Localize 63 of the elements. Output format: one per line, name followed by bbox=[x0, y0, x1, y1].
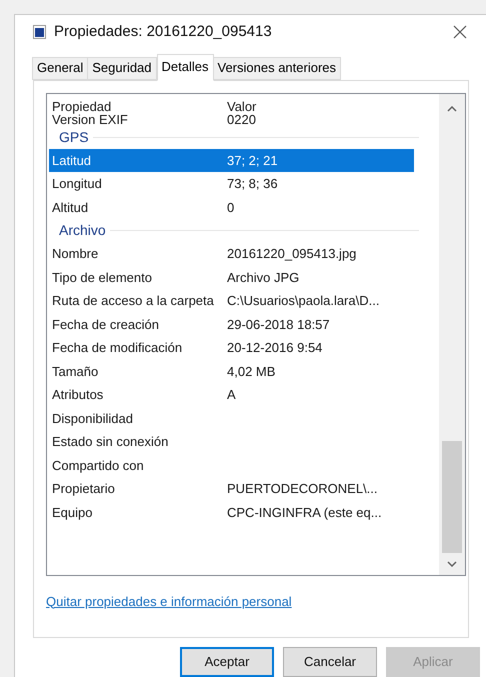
tab[interactable]: Seguridad bbox=[87, 56, 157, 80]
remove-properties-link[interactable]: Quitar propiedades e información personal bbox=[46, 592, 292, 611]
group-header: GPS bbox=[59, 128, 89, 146]
scroll-up-icon[interactable] bbox=[447, 106, 457, 112]
property-value: 20161220_095413.jpg bbox=[227, 245, 356, 263]
property-value: 0 bbox=[227, 198, 234, 216]
property-row[interactable]: Altitud 0 bbox=[49, 196, 414, 219]
property-row[interactable]: Longitud 73; 8; 36 bbox=[49, 172, 414, 196]
property-value: 29-06-2018 18:57 bbox=[227, 316, 330, 334]
property-row[interactable]: Fecha de modificación 20-12-2016 9:54 bbox=[49, 336, 414, 360]
property-row[interactable]: Version EXIF 0220 bbox=[49, 114, 414, 126]
property-name: Nombre bbox=[51, 245, 100, 263]
property-name: Fecha de creación bbox=[51, 316, 160, 334]
scrollbar-thumb[interactable] bbox=[442, 440, 462, 552]
property-row[interactable]: Tamaño 4,02 MB bbox=[49, 360, 414, 383]
property-row[interactable]: Estado sin conexión bbox=[49, 430, 414, 454]
tab[interactable]: General bbox=[32, 56, 88, 80]
property-name: Longitud bbox=[51, 175, 103, 193]
property-row[interactable]: Fecha de creación 29-06-2018 18:57 bbox=[49, 312, 414, 336]
property-value: A bbox=[227, 386, 236, 404]
property-row[interactable]: Nombre 20161220_095413.jpg bbox=[49, 242, 414, 266]
window-title: Propiedades: 20161220_095413 bbox=[54, 22, 272, 42]
property-name: Compartido con bbox=[51, 456, 145, 475]
property-name: Latitud bbox=[51, 152, 92, 170]
property-name: Disponibilidad bbox=[51, 410, 134, 428]
tab[interactable]: Versiones anteriores bbox=[212, 56, 342, 80]
property-value: CPC-INGINFRA (este eq... bbox=[227, 504, 382, 522]
image-file-icon bbox=[33, 25, 46, 40]
group-header: Archivo bbox=[59, 221, 106, 240]
property-row[interactable]: Latitud 37; 2; 21 bbox=[49, 148, 414, 172]
property-value: 73; 8; 36 bbox=[227, 175, 278, 193]
property-name: Propietario bbox=[51, 480, 116, 498]
property-name: Atributos bbox=[51, 386, 104, 404]
property-row[interactable]: Disponibilidad bbox=[49, 406, 414, 430]
property-name: Tamaño bbox=[51, 362, 100, 380]
property-name: Estado sin conexión bbox=[51, 433, 170, 451]
tab[interactable]: Detalles bbox=[156, 54, 214, 80]
property-row[interactable]: Ruta de acceso a la carpeta C:\Usuarios\paola.lara\D... bbox=[49, 289, 414, 312]
property-value: 20-12-2016 9:54 bbox=[227, 339, 322, 357]
dialog-button[interactable]: Aceptar bbox=[180, 647, 274, 677]
property-name: Version EXIF bbox=[51, 114, 129, 126]
property-row[interactable]: Equipo CPC-INGINFRA (este eq... bbox=[49, 500, 414, 524]
property-value: 37; 2; 21 bbox=[227, 152, 278, 170]
property-name: Tipo de elemento bbox=[51, 268, 153, 287]
scrollbar[interactable] bbox=[439, 94, 465, 574]
property-row[interactable]: Tipo de elemento Archivo JPG bbox=[49, 266, 414, 289]
property-value: 4,02 MB bbox=[227, 362, 276, 380]
property-name: Fecha de modificación bbox=[51, 339, 184, 357]
close-icon bbox=[453, 25, 467, 40]
property-name: Altitud bbox=[51, 198, 90, 216]
property-row[interactable]: Atributos A bbox=[49, 383, 414, 406]
property-row[interactable]: Compartido con bbox=[49, 454, 414, 477]
property-name: Ruta de acceso a la carpeta bbox=[51, 292, 215, 310]
property-value: Archivo JPG bbox=[227, 268, 300, 286]
property-value: PUERTODECORONEL\... bbox=[227, 480, 378, 498]
property-name: Equipo bbox=[51, 504, 94, 522]
property-value: C:\Usuarios\paola.lara\D... bbox=[227, 292, 380, 310]
column-header[interactable]: Valor bbox=[227, 98, 256, 114]
scroll-down-icon[interactable] bbox=[447, 560, 457, 566]
property-row[interactable]: Propietario PUERTODECORONEL\... bbox=[49, 477, 414, 500]
column-header[interactable]: Propiedad bbox=[49, 98, 227, 114]
dialog-button[interactable]: Cancelar bbox=[283, 647, 377, 677]
property-value: 0220 bbox=[227, 114, 256, 126]
